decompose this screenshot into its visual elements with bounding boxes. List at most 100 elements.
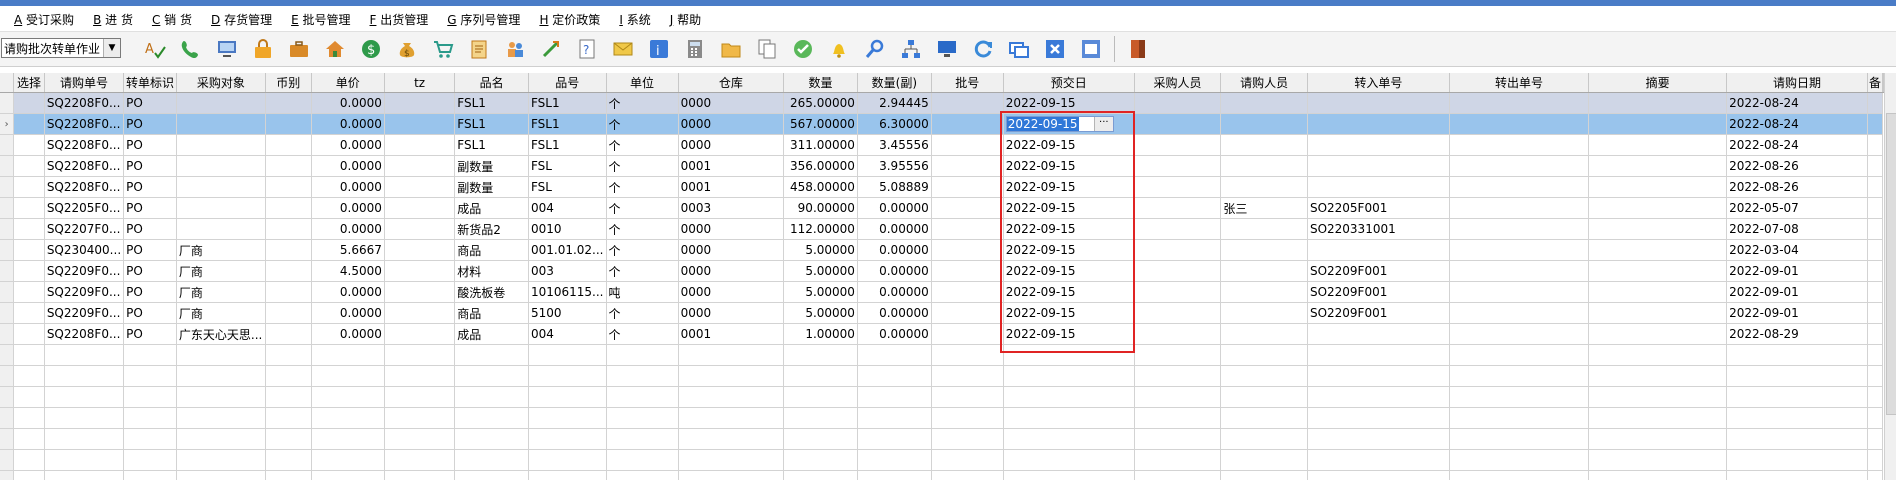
table-cell[interactable]: 90.00000	[783, 197, 858, 219]
table-cell[interactable]: 酸洗板卷	[454, 281, 529, 303]
table-cell[interactable]: PO	[123, 155, 177, 177]
table-cell[interactable]: 5.00000	[783, 302, 858, 324]
menu-item-d[interactable]: D 存货管理	[197, 11, 277, 28]
table-cell[interactable]: PO	[123, 281, 177, 303]
table-cell[interactable]	[1588, 155, 1728, 177]
table-cell[interactable]	[384, 323, 456, 345]
table-cell[interactable]: SQ2208F0...	[44, 113, 125, 135]
table-cell[interactable]	[931, 134, 1004, 156]
table-cell[interactable]	[1449, 155, 1590, 177]
table-cell[interactable]: 个	[606, 218, 679, 240]
menu-item-i[interactable]: I 系统	[605, 11, 655, 28]
table-cell[interactable]: 个	[606, 176, 679, 198]
table-cell[interactable]	[1867, 113, 1884, 135]
table-cell[interactable]	[931, 239, 1004, 261]
table-row[interactable]: › SQ2208F0... PO 0.0000 FSL1 FSL1 个 0000 567.000…	[0, 113, 1884, 135]
table-cell[interactable]: 0.0000	[311, 302, 385, 324]
table-cell[interactable]: 2022-08-29	[1726, 323, 1868, 345]
select-checkbox-cell[interactable]	[13, 176, 45, 198]
table-cell[interactable]: 厂商	[176, 281, 266, 303]
table-cell[interactable]: 2.94445	[857, 92, 932, 114]
table-cell[interactable]	[384, 218, 456, 240]
table-cell[interactable]: 2022-09-15	[1003, 281, 1135, 303]
table-cell[interactable]: 个	[606, 113, 679, 135]
table-cell[interactable]	[931, 323, 1004, 345]
table-cell[interactable]	[1449, 218, 1590, 240]
table-cell[interactable]: SQ2208F0...	[44, 323, 125, 345]
table-cell[interactable]	[1220, 260, 1308, 282]
table-cell[interactable]: 0010	[528, 218, 607, 240]
row-indicator[interactable]	[0, 302, 15, 324]
table-cell[interactable]: 2022-07-08	[1726, 218, 1868, 240]
table-cell[interactable]	[1867, 323, 1884, 345]
table-cell[interactable]	[1307, 323, 1450, 345]
table-cell[interactable]: 5.6667	[311, 239, 385, 261]
column-header[interactable]: 单位	[606, 73, 679, 93]
table-cell[interactable]	[176, 113, 266, 135]
computer-icon[interactable]	[214, 36, 240, 62]
table-cell[interactable]: 2022-09-01	[1726, 281, 1868, 303]
table-row[interactable]: SQ2208F0... PO 0.0000 FSL1 FSL1 个 0000 311.0000…	[0, 134, 1884, 156]
table-cell[interactable]: 厂商	[176, 260, 266, 282]
table-cell[interactable]: SQ2208F0...	[44, 176, 125, 198]
table-row[interactable]: SQ2207F0... PO 0.0000 新货品2 0010 个 0000 112.0000…	[0, 218, 1884, 240]
table-cell[interactable]: 个	[606, 302, 679, 324]
column-header[interactable]: tz	[384, 73, 456, 93]
table-cell[interactable]: 0000	[678, 302, 785, 324]
table-cell[interactable]	[384, 176, 456, 198]
table-cell[interactable]	[1449, 302, 1590, 324]
table-cell[interactable]: PO	[123, 323, 177, 345]
column-header[interactable]: 仓库	[678, 73, 785, 93]
table-cell[interactable]: 成品	[454, 197, 529, 219]
column-header[interactable]: 币别	[265, 73, 312, 93]
menu-item-j[interactable]: J 帮助	[656, 11, 706, 28]
table-cell[interactable]	[1867, 218, 1884, 240]
table-cell[interactable]	[1867, 176, 1884, 198]
select-checkbox-cell[interactable]	[13, 302, 45, 324]
table-cell[interactable]	[1867, 92, 1884, 114]
select-checkbox-cell[interactable]	[13, 197, 45, 219]
table-cell[interactable]: SQ2209F0...	[44, 281, 125, 303]
table-cell[interactable]: 0001	[678, 176, 785, 198]
calculator-icon[interactable]	[682, 36, 708, 62]
org-chart-icon[interactable]	[898, 36, 924, 62]
table-row[interactable]: SQ230400... PO 厂商 5.6667 商品 001.01.02... 个 0000…	[0, 239, 1884, 261]
table-cell[interactable]	[176, 176, 266, 198]
table-cell[interactable]: 311.00000	[783, 134, 858, 156]
table-cell[interactable]	[1588, 302, 1728, 324]
table-cell[interactable]: PO	[123, 197, 177, 219]
table-cell[interactable]: 成品	[454, 323, 529, 345]
table-cell[interactable]	[1220, 302, 1308, 324]
table-cell[interactable]	[1134, 239, 1222, 261]
info-icon[interactable]: i	[646, 36, 672, 62]
table-cell[interactable]: SO2209F001	[1307, 302, 1450, 324]
table-cell[interactable]	[1449, 323, 1590, 345]
table-cell[interactable]	[1449, 134, 1590, 156]
table-cell[interactable]: 004	[528, 323, 607, 345]
table-cell[interactable]	[384, 239, 456, 261]
column-header[interactable]: 转出单号	[1449, 73, 1590, 93]
table-cell[interactable]	[1449, 92, 1590, 114]
link-icon[interactable]	[538, 36, 564, 62]
table-cell[interactable]: 0.00000	[857, 323, 932, 345]
table-cell[interactable]	[1220, 155, 1308, 177]
row-indicator[interactable]	[0, 155, 15, 177]
table-cell[interactable]	[1134, 281, 1222, 303]
table-cell[interactable]: FSL1	[528, 92, 607, 114]
table-cell[interactable]	[1134, 134, 1222, 156]
table-cell[interactable]	[1220, 323, 1308, 345]
table-cell[interactable]: 副数量	[454, 155, 529, 177]
close-icon[interactable]	[1042, 36, 1068, 62]
column-header[interactable]: 采购人员	[1134, 73, 1222, 93]
table-cell[interactable]: 0.00000	[857, 260, 932, 282]
users-icon[interactable]	[502, 36, 528, 62]
table-cell[interactable]	[1307, 134, 1450, 156]
select-checkbox-cell[interactable]	[13, 92, 45, 114]
table-cell[interactable]	[176, 134, 266, 156]
table-cell[interactable]	[931, 197, 1004, 219]
refresh-icon[interactable]	[970, 36, 996, 62]
table-cell[interactable]	[176, 197, 266, 219]
table-cell[interactable]: 003	[528, 260, 607, 282]
table-cell[interactable]: PO	[123, 113, 177, 135]
table-cell[interactable]	[265, 92, 312, 114]
